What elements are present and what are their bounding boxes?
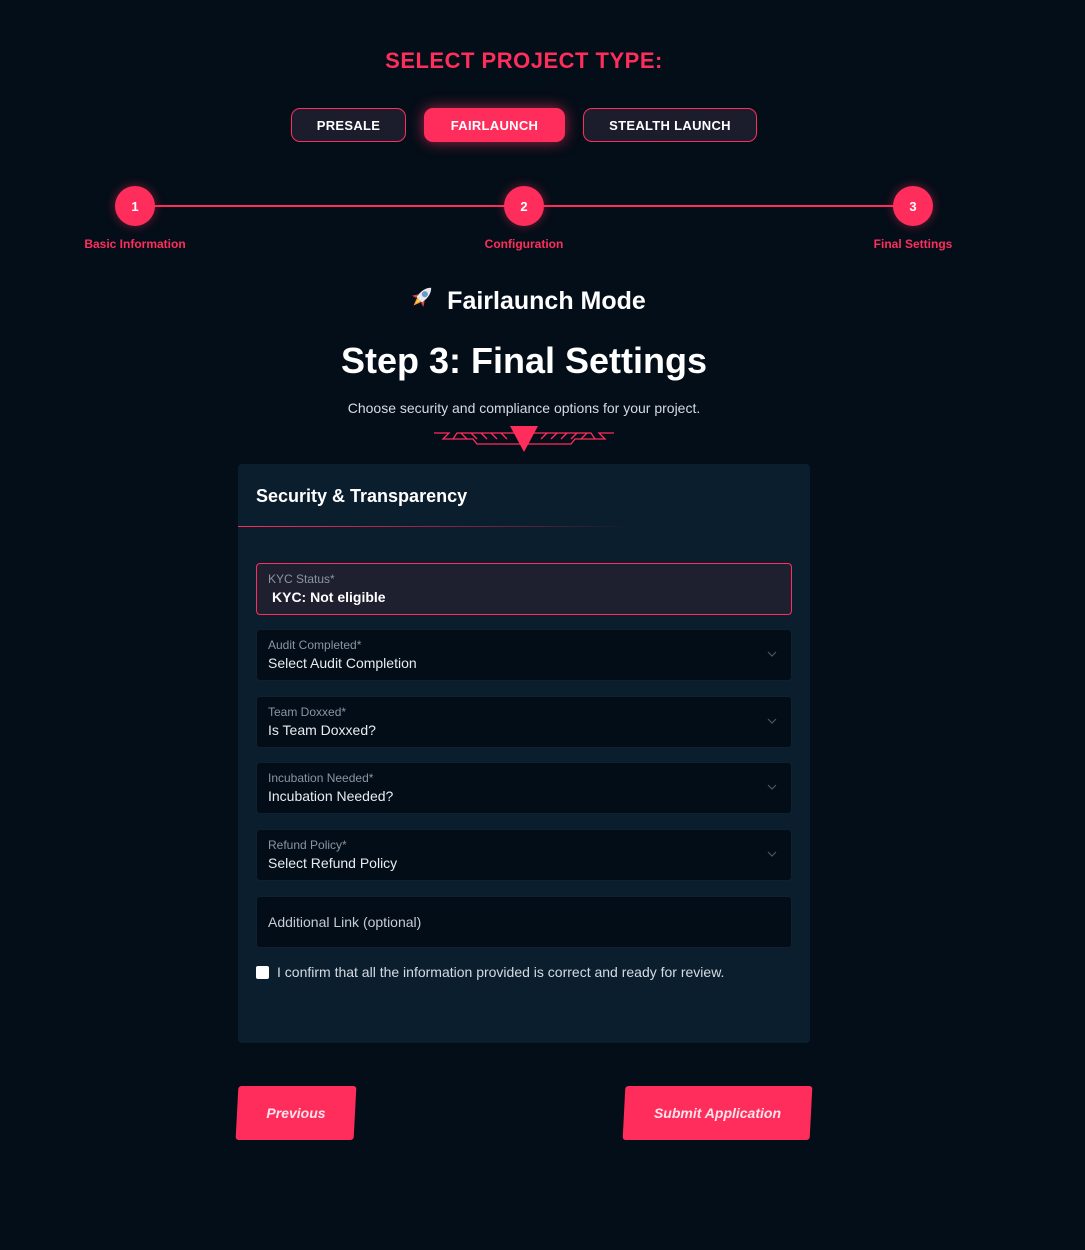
- audit-completed-value: Select Audit Completion: [268, 655, 417, 671]
- refund-policy-select[interactable]: Refund Policy* Select Refund Policy: [256, 829, 792, 881]
- incubation-needed-value: Incubation Needed?: [268, 788, 394, 804]
- step-subtitle: Choose security and compliance options f…: [347, 400, 701, 416]
- panel-divider: [238, 526, 628, 527]
- step-2-circle[interactable]: 2: [504, 186, 544, 226]
- incubation-needed-label: Incubation Needed*: [268, 771, 374, 785]
- audit-completed-label: Audit Completed*: [268, 638, 362, 652]
- step-title: Step 3: Final Settings: [340, 340, 708, 381]
- mode-title-text: Fairlaunch Mode: [447, 287, 646, 315]
- team-doxxed-label: Team Doxxed*: [268, 705, 347, 719]
- security-panel: Security & Transparency KYC Status* KYC:…: [238, 464, 810, 1043]
- submit-button-label: Submit Application: [653, 1105, 782, 1121]
- kyc-status-field[interactable]: KYC Status* KYC: Not eligible: [256, 563, 792, 615]
- step-2-label: Configuration: [484, 237, 564, 251]
- step-3-label: Final Settings: [873, 237, 953, 251]
- kyc-status-value: KYC: Not eligible: [272, 589, 386, 605]
- submit-application-button[interactable]: Submit Application: [624, 1086, 811, 1140]
- chevron-down-icon: [767, 851, 777, 857]
- step-1-circle[interactable]: 1: [115, 186, 155, 226]
- confirm-checkbox[interactable]: [256, 965, 269, 979]
- step-1-label: Basic Information: [84, 237, 186, 251]
- rocket-icon: [407, 282, 437, 319]
- page: SELECT PROJECT TYPE: PRESALE FAIRLAUNCH …: [0, 0, 1085, 1250]
- confirm-row: I confirm that all the information provi…: [256, 964, 724, 980]
- team-doxxed-select[interactable]: Team Doxxed* Is Team Doxxed?: [256, 696, 792, 748]
- previous-button-label: Previous: [266, 1105, 326, 1121]
- chevron-down-icon: [767, 784, 777, 790]
- refund-policy-label: Refund Policy*: [268, 838, 347, 852]
- incubation-needed-select[interactable]: Incubation Needed* Incubation Needed?: [256, 762, 792, 814]
- confirm-text: I confirm that all the information provi…: [277, 964, 725, 980]
- additional-link-placeholder: Additional Link (optional): [268, 914, 422, 930]
- fairlaunch-button[interactable]: FAIRLAUNCH: [424, 108, 565, 142]
- divider-ornament: [434, 426, 614, 452]
- team-doxxed-value: Is Team Doxxed?: [268, 722, 376, 738]
- audit-completed-select[interactable]: Audit Completed* Select Audit Completion: [256, 629, 792, 681]
- project-type-title: SELECT PROJECT TYPE:: [385, 48, 663, 73]
- chevron-down-icon: [767, 651, 777, 657]
- refund-policy-value: Select Refund Policy: [268, 855, 398, 871]
- presale-button[interactable]: PRESALE: [291, 108, 406, 142]
- chevron-down-icon: [767, 718, 777, 724]
- additional-link-input[interactable]: Additional Link (optional): [256, 896, 792, 948]
- stealth-launch-button[interactable]: STEALTH LAUNCH: [583, 108, 757, 142]
- step-3-circle[interactable]: 3: [893, 186, 933, 226]
- mode-title: Fairlaunch Mode: [0, 282, 1053, 319]
- previous-button[interactable]: Previous: [237, 1086, 355, 1140]
- kyc-status-label: KYC Status*: [268, 572, 335, 586]
- panel-title: Security & Transparency: [256, 486, 468, 506]
